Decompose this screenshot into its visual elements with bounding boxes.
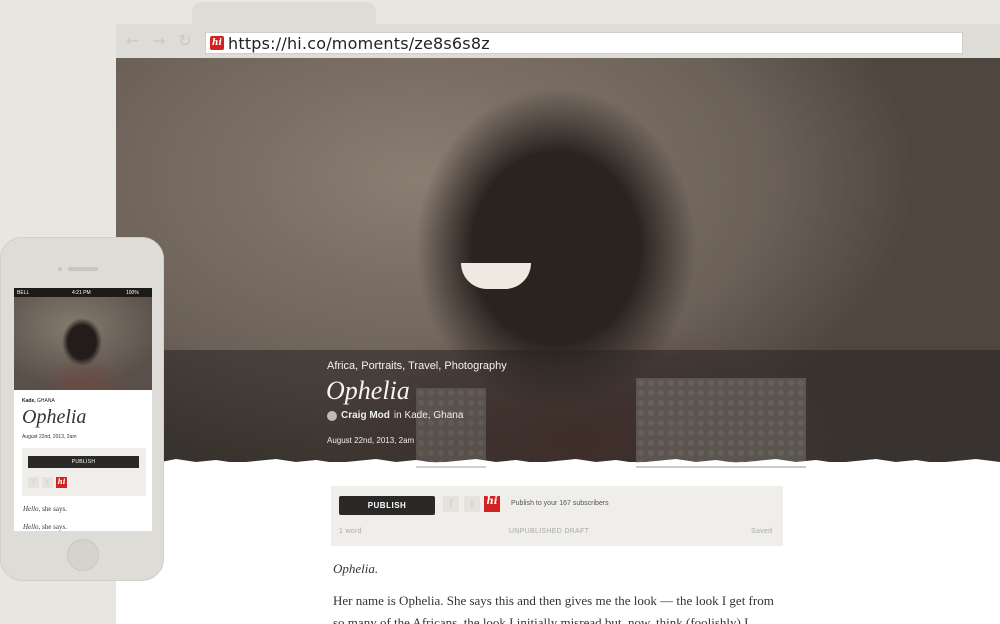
phone-publish-panel: PUBLISH f t hi: [22, 448, 146, 496]
speaker-grille: [68, 267, 98, 271]
address-bar[interactable]: hi https://hi.co/moments/ze8s6s8z: [205, 32, 963, 54]
phone-paragraph-1[interactable]: Hello, she says.: [23, 505, 67, 513]
byline: Craig Mod in Kade, Ghana: [327, 410, 463, 421]
phone-hero-photo: [14, 297, 152, 390]
phone-screen: BELL 4:21 PM 100% Kade, GHANA Ophelia Au…: [14, 288, 152, 531]
location-text: in Kade, Ghana: [393, 410, 464, 421]
author-name[interactable]: Craig Mod: [341, 410, 390, 421]
moment-title: Ophelia: [326, 376, 410, 405]
twitter-icon[interactable]: t: [42, 477, 53, 488]
phone-title: Ophelia: [22, 406, 87, 428]
phone-date: August 22nd, 2013, 2am: [22, 434, 77, 440]
phone-location: Kade, GHANA: [22, 398, 55, 404]
phone-paragraph-2[interactable]: Hello, she says.: [23, 523, 67, 531]
url-text[interactable]: https://hi.co/moments/ze8s6s8z: [228, 34, 490, 53]
phone-status-bar: BELL 4:21 PM 100%: [14, 288, 152, 297]
publish-panel: PUBLISH f t hi Publish to your 167 subsc…: [331, 486, 783, 546]
home-button[interactable]: [67, 539, 99, 571]
save-state: Saved: [751, 528, 773, 535]
moment-date: August 22nd, 2013, 2am: [327, 436, 415, 445]
page-content: Africa, Portraits, Travel, Photography O…: [116, 58, 1000, 624]
publish-button[interactable]: PUBLISH: [339, 496, 435, 515]
moment-tags[interactable]: Africa, Portraits, Travel, Photography: [327, 360, 507, 372]
clock: 4:21 PM: [72, 289, 91, 296]
phone-publish-button[interactable]: PUBLISH: [28, 456, 139, 468]
draft-status: UNPUBLISHED DRAFT: [509, 528, 590, 535]
battery: 100%: [126, 289, 139, 296]
twitter-icon[interactable]: t: [464, 496, 480, 512]
facebook-icon[interactable]: f: [443, 496, 459, 512]
publish-note: Publish to your 167 subscribers: [511, 500, 609, 507]
torn-edge: [116, 459, 1000, 466]
camera-icon: [58, 267, 62, 271]
body-paragraph-2[interactable]: Her name is Ophelia. She says this and t…: [333, 590, 783, 624]
browser-toolbar: ← → ↻ hi https://hi.co/moments/ze8s6s8z: [116, 24, 1000, 58]
word-count: 1 word: [339, 528, 362, 535]
phone-mockup: BELL 4:21 PM 100% Kade, GHANA Ophelia Au…: [0, 237, 164, 581]
author-avatar[interactable]: [327, 410, 337, 421]
forward-arrow-icon[interactable]: →: [150, 32, 168, 50]
hi-share-icon[interactable]: hi: [484, 496, 500, 512]
carrier: BELL: [17, 289, 30, 296]
hero-caption-overlay: [116, 350, 1000, 462]
body-paragraph-1[interactable]: Ophelia.: [333, 561, 378, 577]
facebook-icon[interactable]: f: [28, 477, 39, 488]
reload-icon[interactable]: ↻: [176, 32, 194, 50]
hi-share-icon[interactable]: hi: [56, 477, 67, 488]
back-arrow-icon[interactable]: ←: [124, 32, 142, 50]
hi-favicon-icon: hi: [210, 36, 224, 50]
browser-window: ← → ↻ hi https://hi.co/moments/ze8s6s8z …: [116, 24, 1000, 624]
